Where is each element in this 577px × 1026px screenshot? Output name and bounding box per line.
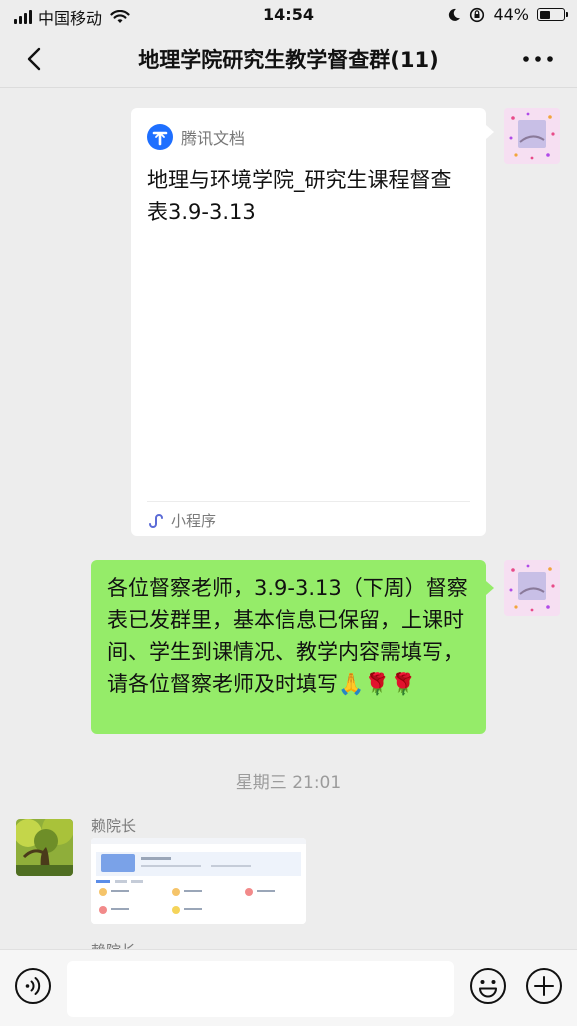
more-dots-icon[interactable] — [521, 48, 555, 70]
image-message[interactable] — [91, 838, 306, 924]
battery-percent: 44% — [493, 5, 529, 24]
my-avatar[interactable] — [504, 560, 560, 616]
sender-avatar[interactable] — [16, 819, 73, 876]
text-message-bubble[interactable]: 各位督察老师，3.9-3.13（下周）督察表已发群里，基本信息已保留，上课时间、… — [91, 560, 486, 734]
avatar-image — [504, 560, 560, 616]
image-message-thumbnail — [91, 838, 306, 924]
plus-icon[interactable] — [525, 967, 563, 1005]
voice-icon[interactable] — [14, 967, 52, 1005]
card-divider — [147, 501, 470, 502]
chat-header: 地理学院研究生教学督查群(11) — [0, 30, 577, 88]
text-message-content: 各位督察老师，3.9-3.13（下周）督察表已发群里，基本信息已保留，上课时间、… — [107, 576, 468, 696]
my-avatar[interactable] — [504, 108, 560, 164]
next-sender-name-partial: 赖院长 — [91, 940, 136, 949]
status-right: 44% — [447, 5, 568, 24]
mini-program-card[interactable]: 腾讯文档 地理与环境学院_研究生课程督查表3.9-3.13 小程序 — [131, 108, 486, 536]
card-doc-title: 地理与环境学院_研究生课程督查表3.9-3.13 — [147, 168, 452, 224]
sender-name: 赖院长 — [91, 817, 137, 835]
tencent-docs-logo-icon — [147, 124, 173, 150]
card-bubble-tail — [486, 125, 494, 139]
time-divider: 星期三 21:01 — [235, 773, 342, 793]
tree-avatar-image — [16, 819, 73, 876]
emoji-icon[interactable] — [469, 967, 507, 1005]
message-input[interactable] — [67, 961, 454, 1017]
input-bar — [0, 949, 577, 1026]
card-app-name: 腾讯文档 — [181, 129, 246, 148]
message-list[interactable]: 腾讯文档 地理与环境学院_研究生课程督查表3.9-3.13 小程序 各位督察老师… — [0, 89, 577, 949]
card-header: 腾讯文档 — [147, 124, 245, 150]
moon-icon — [449, 8, 461, 21]
chat-title: 地理学院研究生教学督查群(11) — [138, 48, 439, 72]
card-footer-label: 小程序 — [171, 512, 217, 530]
avatar-image — [504, 108, 560, 164]
card-footer: 小程序 — [147, 510, 216, 531]
status-bar: 中国移动 14:54 44% — [0, 0, 577, 30]
battery-icon — [537, 8, 568, 21]
mini-program-icon — [149, 513, 163, 528]
rotation-lock-icon — [470, 7, 485, 22]
text-bubble-tail — [486, 581, 494, 595]
chevron-left-icon[interactable] — [20, 44, 50, 74]
